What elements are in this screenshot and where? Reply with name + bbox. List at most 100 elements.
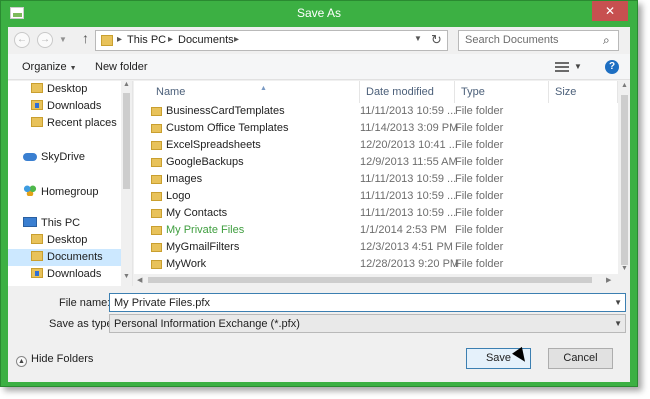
nav-scrollbar[interactable]: ▲ ▼ <box>121 81 132 286</box>
file-type: File folder <box>455 173 504 185</box>
folder-icon <box>151 141 162 150</box>
column-header-size[interactable]: Size <box>549 81 618 103</box>
recent-places-icon <box>31 117 43 127</box>
nav-item-skydrive[interactable]: SkyDrive <box>23 151 85 163</box>
help-icon[interactable]: ? <box>605 60 619 74</box>
recent-locations-dropdown[interactable]: ▼ <box>59 32 67 48</box>
nav-item-downloads[interactable]: Downloads <box>31 268 101 280</box>
file-list-horizontal-scrollbar[interactable]: ◀ ▶ <box>134 274 618 286</box>
address-dropdown-icon[interactable]: ▼ <box>414 34 422 43</box>
nav-item-label: Recent places <box>47 117 117 129</box>
file-name-field[interactable]: My Private Files.pfx ▼ <box>109 293 626 312</box>
nav-item-downloads[interactable]: Downloads <box>31 100 101 112</box>
column-header-name[interactable]: ▲ Name <box>150 81 360 103</box>
column-header-date-modified[interactable]: Date modified <box>360 81 455 103</box>
nav-item-desktop[interactable]: Desktop <box>31 83 87 95</box>
folder-icon <box>151 175 162 184</box>
organize-button[interactable]: Organize ▼ <box>22 61 77 73</box>
search-box[interactable]: Search Documents ⌕ <box>458 30 619 51</box>
file-type: File folder <box>455 105 504 117</box>
file-list-vertical-scrollbar[interactable]: ▲ ▼ <box>618 81 630 286</box>
title-bar[interactable]: Save As ✕ <box>1 1 637 27</box>
chevron-up-icon: ▲ <box>16 356 27 367</box>
command-bar: Organize ▼ New folder ▼ ? <box>8 54 630 80</box>
chevron-down-icon[interactable]: ▼ <box>614 298 622 307</box>
file-name-value[interactable]: My Private Files.pfx <box>114 297 210 309</box>
chevron-down-icon[interactable]: ▼ <box>574 62 582 71</box>
close-button[interactable]: ✕ <box>592 1 628 21</box>
save-as-type-select[interactable]: Personal Information Exchange (*.pfx) ▼ <box>109 314 626 333</box>
nav-item-label: This PC <box>41 217 81 229</box>
file-name: Logo <box>166 190 191 202</box>
downloads-icon <box>31 268 43 278</box>
back-button[interactable]: ← <box>14 32 30 48</box>
search-icon[interactable]: ⌕ <box>603 33 610 48</box>
breadcrumb-this-pc[interactable]: This PC <box>127 34 166 46</box>
file-name: My Contacts <box>166 207 228 219</box>
desktop-icon <box>31 234 43 244</box>
cancel-button[interactable]: Cancel <box>548 348 613 369</box>
file-type: File folder <box>455 156 504 168</box>
scroll-right-icon[interactable]: ▶ <box>606 276 611 284</box>
scroll-thumb[interactable] <box>621 95 628 265</box>
new-folder-button[interactable]: New folder <box>95 61 148 73</box>
file-name: ExcelSpreadsheets <box>166 139 261 151</box>
file-name: My Private Files <box>166 224 245 236</box>
scroll-down-icon[interactable]: ▼ <box>123 273 130 280</box>
hide-folders-button[interactable]: ▲ Hide Folders <box>16 353 93 367</box>
nav-item-desktop[interactable]: Desktop <box>31 234 87 246</box>
breadcrumb-chevron-icon[interactable]: ▸ <box>234 34 239 45</box>
table-row[interactable]: Custom Office Templates 11/14/2013 3:09 P… <box>134 120 619 137</box>
scroll-thumb[interactable] <box>148 277 592 283</box>
table-row[interactable]: Images 11/11/2013 10:59 ... File folder <box>134 171 619 188</box>
views-icon[interactable] <box>555 62 569 72</box>
table-row[interactable]: My Contacts 11/11/2013 10:59 ... File fold… <box>134 205 619 222</box>
file-date: 11/11/2013 10:59 ... <box>360 207 457 219</box>
scroll-thumb[interactable] <box>123 93 130 189</box>
file-type: File folder <box>455 224 504 236</box>
column-header-type[interactable]: Type <box>455 81 549 103</box>
table-row[interactable]: MyGmailFilters 12/3/2013 4:51 PM File fold… <box>134 239 619 256</box>
file-name: BusinessCardTemplates <box>166 105 285 117</box>
file-date: 11/11/2013 10:59 ... <box>360 190 457 202</box>
scroll-left-icon[interactable]: ◀ <box>137 276 142 284</box>
save-as-type-value[interactable]: Personal Information Exchange (*.pfx) <box>114 318 300 330</box>
folder-icon <box>151 158 162 167</box>
file-name: MyWork <box>166 258 207 270</box>
homegroup-icon <box>23 184 37 196</box>
nav-item-label: Downloads <box>47 100 102 112</box>
this-pc-icon <box>23 217 37 227</box>
file-name: Custom Office Templates <box>166 122 289 134</box>
nav-item-label: Desktop <box>47 234 88 246</box>
refresh-icon[interactable]: ↻ <box>431 32 442 48</box>
hide-folders-label: Hide Folders <box>31 353 94 365</box>
file-type: File folder <box>455 122 504 134</box>
scroll-down-icon[interactable]: ▼ <box>621 265 628 272</box>
breadcrumb-documents[interactable]: Documents <box>178 34 234 46</box>
nav-item-this-pc[interactable]: This PC <box>23 217 80 229</box>
breadcrumb-chevron-icon[interactable]: ▸ <box>168 34 173 45</box>
file-type: File folder <box>455 190 504 202</box>
nav-item-label: Downloads <box>47 268 102 280</box>
desktop-icon <box>31 83 43 93</box>
nav-item-documents[interactable]: Documents <box>8 249 121 266</box>
up-button[interactable]: ↑ <box>82 30 89 46</box>
address-bar[interactable]: ▸ This PC ▸ Documents ▸ ▼ ↻ <box>95 30 448 51</box>
chevron-down-icon[interactable]: ▼ <box>614 319 622 328</box>
forward-button[interactable]: → <box>37 32 53 48</box>
table-row[interactable]: My Private Files 1/1/2014 2:53 PM File fol… <box>134 222 619 239</box>
file-date: 11/11/2013 10:59 ... <box>360 105 457 117</box>
breadcrumb-chevron-icon[interactable]: ▸ <box>117 34 122 45</box>
scroll-up-icon[interactable]: ▲ <box>123 81 130 88</box>
table-row[interactable]: BusinessCardTemplates 11/11/2013 10:59 ..… <box>134 103 619 120</box>
search-placeholder[interactable]: Search Documents <box>465 34 559 46</box>
table-row[interactable]: ExcelSpreadsheets 12/20/2013 10:41 ... Fil… <box>134 137 619 154</box>
nav-item-recent-places[interactable]: Recent places <box>31 117 117 129</box>
save-as-dialog: Save As ✕ ← → ▼ ↑ ▸ This PC ▸ Documents … <box>0 0 638 387</box>
scroll-up-icon[interactable]: ▲ <box>621 82 628 89</box>
nav-item-homegroup[interactable]: Homegroup <box>23 184 98 198</box>
table-row[interactable]: GoogleBackups 12/9/2013 11:55 AM File fold… <box>134 154 619 171</box>
table-row[interactable]: Logo 11/11/2013 10:59 ... File folder <box>134 188 619 205</box>
folder-icon <box>151 124 162 133</box>
table-row[interactable]: MyWork 12/28/2013 9:20 PM File folder <box>134 256 619 273</box>
